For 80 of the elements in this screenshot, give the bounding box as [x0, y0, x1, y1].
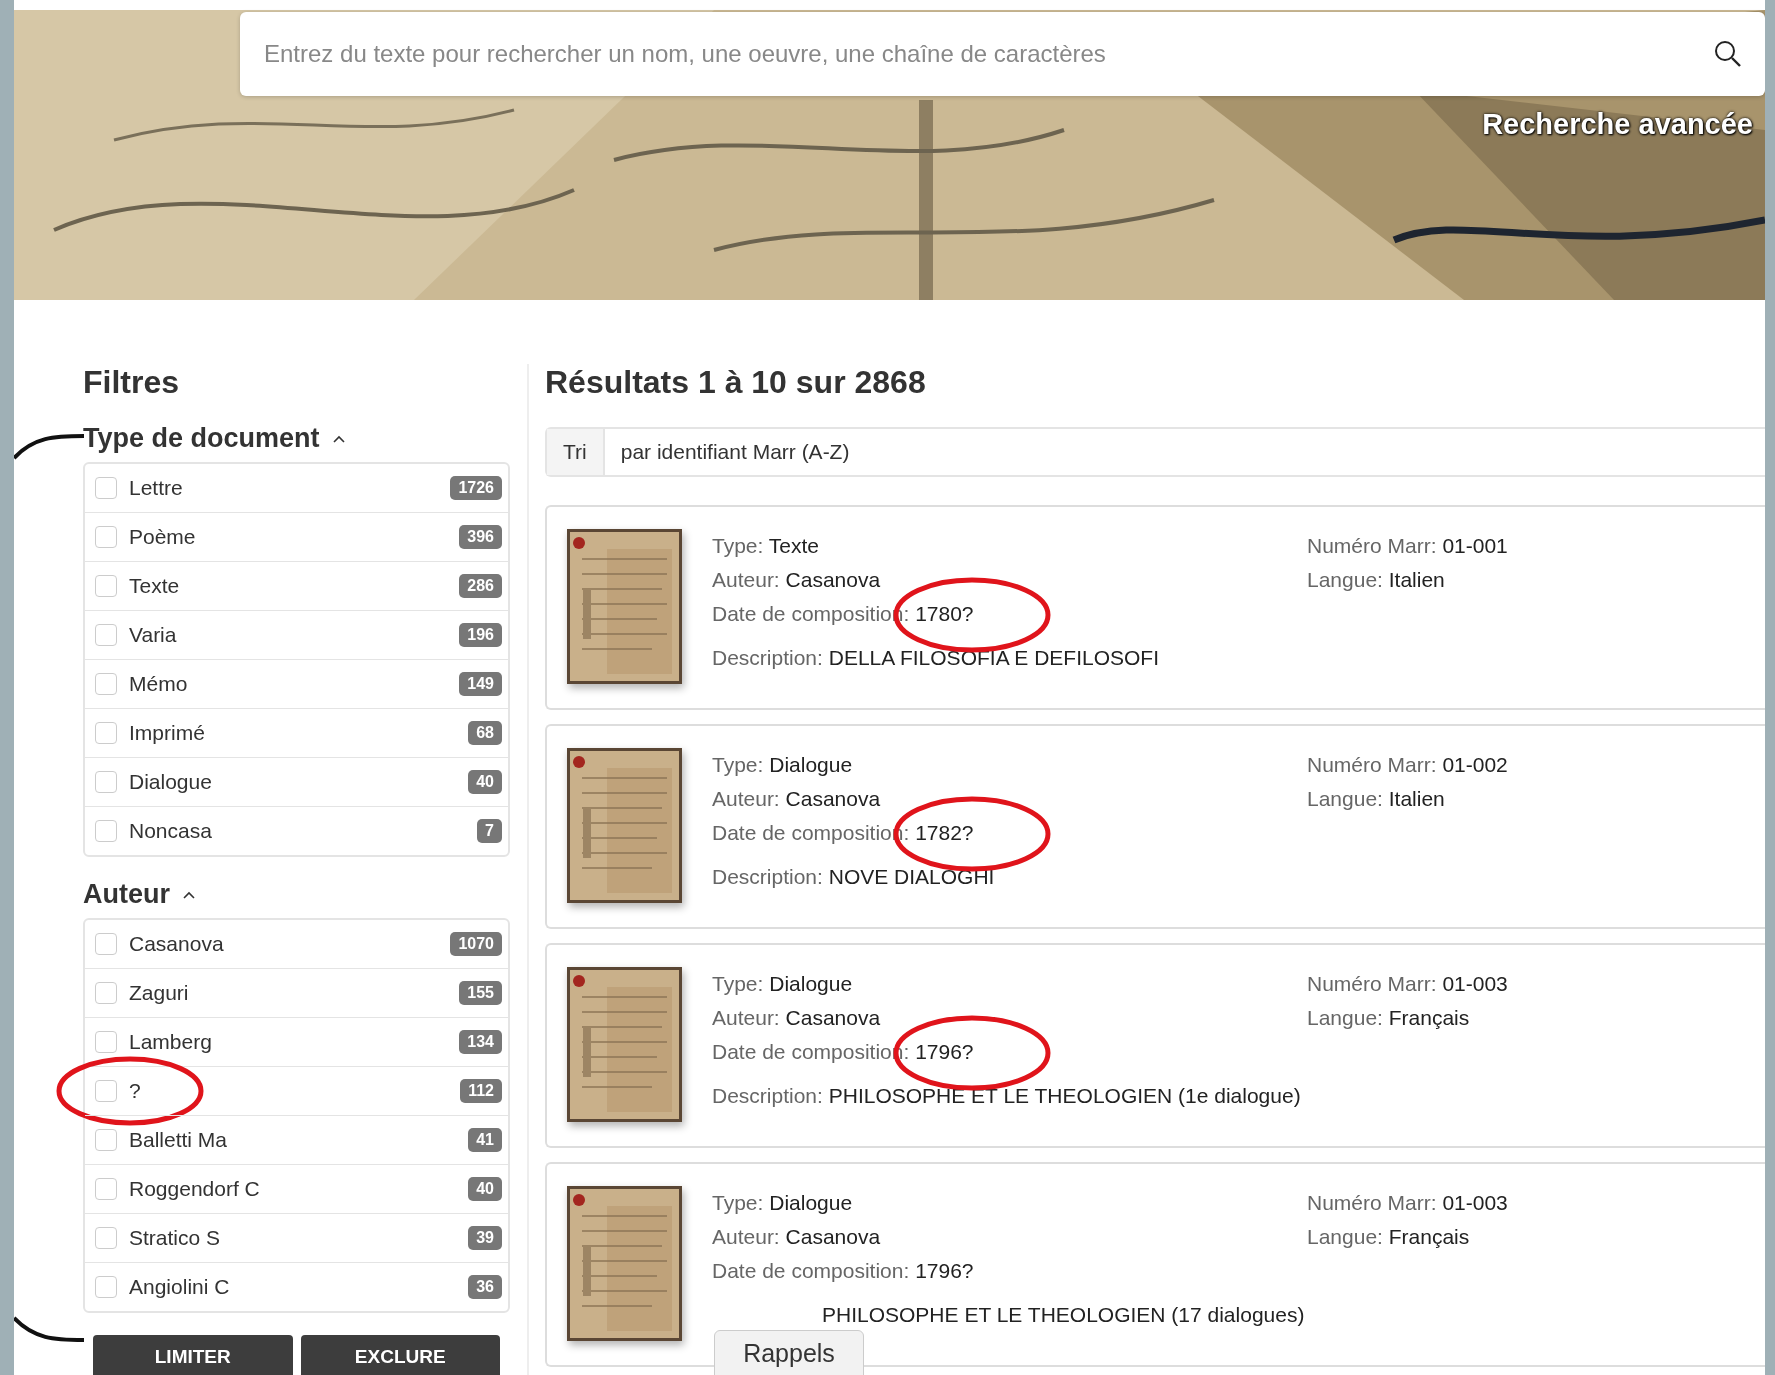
field-text: Langue: Français: [1307, 1224, 1471, 1250]
sort-label: Tri: [547, 429, 605, 475]
field-text: Langue: Italien: [1307, 567, 1446, 593]
checkbox[interactable]: [95, 673, 117, 695]
checkbox[interactable]: [95, 1080, 117, 1102]
field-text: Date de composition: 1796?: [712, 1258, 975, 1284]
count-badge: 149: [459, 672, 502, 696]
sort-value: par identifiant Marr (A-Z): [619, 439, 850, 465]
sort-select[interactable]: Tri par identifiant Marr (A-Z): [545, 427, 1765, 477]
filter-label: ?: [129, 1079, 142, 1103]
field-text: Type: Texte: [712, 533, 821, 559]
filter-label: Roggendorf C: [129, 1177, 261, 1201]
checkbox[interactable]: [95, 982, 117, 1004]
filter-label: Stratico S: [129, 1226, 222, 1250]
field-text: PHILOSOPHE ET LE THEOLOGIEN (17 dialogues): [821, 1302, 1306, 1328]
field-text: Auteur: Casanova: [712, 1224, 882, 1250]
filter-group-title[interactable]: Auteur: [83, 879, 170, 910]
results-title: Résultats 1 à 10 sur 2868: [545, 364, 927, 401]
checkbox[interactable]: [95, 526, 117, 548]
checkbox[interactable]: [95, 1276, 117, 1298]
count-badge: 68: [468, 721, 502, 745]
filter-label: Dialogue: [129, 770, 213, 794]
checkbox[interactable]: [95, 1227, 117, 1249]
filter-button[interactable]: EXCLURE: [300, 1335, 500, 1375]
checkbox[interactable]: [95, 575, 117, 597]
filter-label: Varia: [129, 623, 178, 647]
checkbox[interactable]: [95, 820, 117, 842]
advanced-search-link[interactable]: Recherche avancée: [1482, 108, 1753, 141]
checkbox[interactable]: [95, 624, 117, 646]
checkbox[interactable]: [95, 722, 117, 744]
count-badge: 41: [468, 1128, 502, 1152]
filter-label: Angiolini C: [129, 1275, 231, 1299]
filter-label: Texte: [129, 574, 181, 598]
filter-label: Mémo: [129, 672, 189, 696]
field-text: Type: Dialogue: [712, 1190, 854, 1216]
count-badge: 40: [468, 770, 502, 794]
count-badge: 196: [459, 623, 502, 647]
count-badge: 7: [477, 819, 502, 843]
filter-label: Zaguri: [129, 981, 190, 1005]
count-badge: 396: [459, 525, 502, 549]
filters-title: Filtres: [83, 364, 181, 401]
filter-label: Imprimé: [129, 721, 206, 745]
filter-button[interactable]: LIMITER: [93, 1335, 293, 1375]
field-text: Langue: Italien: [1307, 786, 1446, 812]
filter-group-title[interactable]: Type de document: [83, 423, 320, 454]
count-badge: 1726: [450, 476, 502, 500]
filter-label: Casanova: [129, 932, 225, 956]
field-text: Auteur: Casanova: [712, 1005, 882, 1031]
checkbox[interactable]: [95, 771, 117, 793]
reminder-tab[interactable]: Rappels: [714, 1330, 864, 1375]
field-text: Numéro Marr: 01-003: [1307, 1190, 1508, 1216]
count-badge: 134: [459, 1030, 502, 1054]
count-badge: 36: [468, 1275, 502, 1299]
checkbox[interactable]: [95, 1129, 117, 1151]
filter-label: Balletti Ma: [129, 1128, 229, 1152]
field-text: Numéro Marr: 01-002: [1307, 752, 1508, 778]
field-text: Numéro Marr: 01-001: [1307, 533, 1508, 559]
count-badge: 40: [468, 1177, 502, 1201]
search-icon: [1713, 39, 1743, 69]
checkbox[interactable]: [95, 1031, 117, 1053]
field-text: Auteur: Casanova: [712, 567, 882, 593]
field-text: Description: NOVE DIALOGHI: [712, 864, 996, 890]
field-text: Numéro Marr: 01-003: [1307, 971, 1508, 997]
field-text: Langue: Français: [1307, 1005, 1471, 1031]
checkbox[interactable]: [95, 477, 117, 499]
count-badge: 112: [460, 1079, 502, 1103]
count-badge: 155: [459, 981, 502, 1005]
checkbox[interactable]: [95, 933, 117, 955]
count-badge: 286: [459, 574, 502, 598]
filter-label: Poème: [129, 525, 197, 549]
filter-label: Lettre: [129, 476, 184, 500]
count-badge: 1070: [450, 932, 502, 956]
count-badge: 39: [468, 1226, 502, 1250]
filter-label: Lamberg: [129, 1030, 213, 1054]
field-text: Description: DELLA FILOSOFIA E DEFILOSOFI: [712, 645, 1160, 671]
filter-label: Noncasa: [129, 819, 213, 843]
checkbox[interactable]: [95, 1178, 117, 1200]
field-text: Type: Dialogue: [712, 971, 854, 997]
field-text: Type: Dialogue: [712, 752, 854, 778]
field-text: Auteur: Casanova: [712, 786, 882, 812]
